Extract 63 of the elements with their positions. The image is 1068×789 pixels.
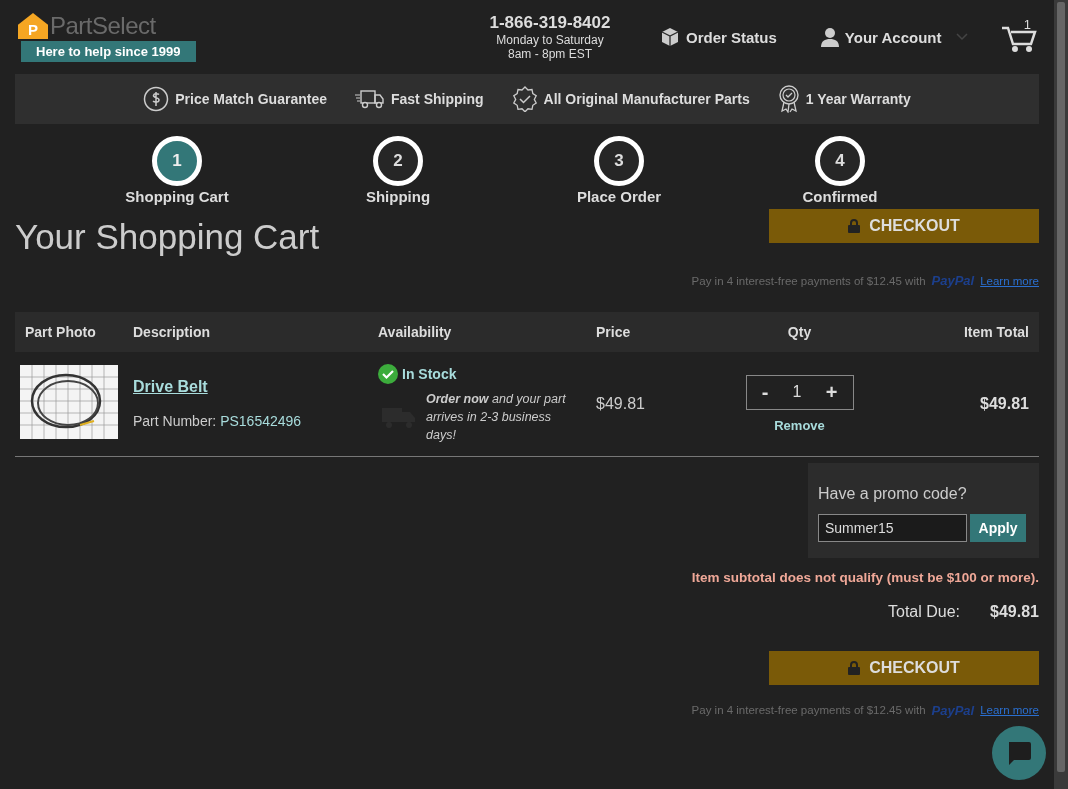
account-menu[interactable]: Your Account xyxy=(820,27,968,47)
award-icon xyxy=(777,85,800,113)
increase-button[interactable]: + xyxy=(819,380,844,404)
box-icon xyxy=(660,27,680,47)
hours-text: Monday to Saturday xyxy=(496,33,604,47)
price-cell: $49.81 xyxy=(586,352,697,456)
check-circle-icon xyxy=(378,363,398,384)
paypal-note: Pay in 4 interest-free payments of $12.45 with xyxy=(691,274,926,287)
step-label: Place Order xyxy=(576,188,662,205)
order-status-link[interactable]: Order Status xyxy=(660,27,777,47)
step-number: 4 xyxy=(815,136,865,186)
remove-link[interactable]: Remove xyxy=(774,417,825,433)
paypal-note: Pay in 4 interest-free payments of $12.45 with xyxy=(691,704,926,716)
total-label: Total Due: xyxy=(888,602,961,621)
checkout-button[interactable]: CHECKOUT xyxy=(769,209,1039,243)
promo-error-message: Item subtotal does not qualify (must be $100 or more). xyxy=(691,569,1039,585)
part-number-label: Part Number: xyxy=(133,412,218,429)
paypal-logo: PayPal xyxy=(931,273,975,288)
total-value: $49.81 xyxy=(990,602,1039,621)
cart-count: 1 xyxy=(1023,17,1031,32)
benefit-label: All Original Manufacturer Parts xyxy=(543,91,750,107)
step-number: 1 xyxy=(152,136,202,186)
shipping-note: Order now and your part arrives in 2-3 business days! xyxy=(426,390,567,444)
column-header: Part Photo xyxy=(15,312,123,352)
part-name-link[interactable]: Drive Belt xyxy=(133,377,208,396)
column-header: Qty xyxy=(696,312,903,352)
step-label: Confirmed xyxy=(802,188,878,205)
tagline: Here to help since 1999 xyxy=(21,41,196,62)
dollar-icon xyxy=(143,86,170,112)
page-title: Your Shopping Cart xyxy=(15,217,320,257)
column-header: Description xyxy=(123,312,368,352)
benefit-label: Price Match Guarantee xyxy=(175,91,327,107)
lock-icon xyxy=(848,219,861,233)
hours-text: 8am - 8pm EST xyxy=(508,47,592,61)
caret-icon xyxy=(955,33,968,41)
promo-heading: Have a promo code? xyxy=(818,484,968,503)
benefit-label: 1 Year Warranty xyxy=(805,91,911,107)
column-header: Availability xyxy=(368,312,586,352)
benefit-label: Fast Shipping xyxy=(390,91,484,107)
step-label: Shopping Cart xyxy=(125,188,229,205)
quantity-value: 1 xyxy=(792,383,802,402)
step-label: Shipping xyxy=(365,188,431,205)
person-icon xyxy=(820,27,839,47)
item-total-cell: $49.81 xyxy=(902,352,1039,456)
part-number: PS16542496 xyxy=(220,412,302,429)
lock-icon xyxy=(848,660,861,675)
step-number: 3 xyxy=(594,136,644,186)
promo-code-field[interactable]: Summer15 xyxy=(818,513,967,542)
paypal-logo: PayPal xyxy=(931,702,975,718)
step-number: 2 xyxy=(373,136,423,186)
chat-button[interactable] xyxy=(992,726,1046,780)
scrollbar[interactable] xyxy=(1054,0,1068,789)
truck-icon xyxy=(354,88,385,110)
apply-button[interactable]: Apply xyxy=(970,513,1026,542)
chat-icon xyxy=(1006,740,1032,766)
phone-number: 1-866-319-8402 xyxy=(489,13,611,33)
quantity-stepper[interactable]: - 1 + xyxy=(745,374,854,410)
column-header: Item Total xyxy=(902,312,1039,352)
decrease-button[interactable]: - xyxy=(755,380,775,404)
check-badge-icon xyxy=(511,86,538,112)
stock-status: In Stock xyxy=(402,365,457,382)
column-header: Price xyxy=(586,312,697,352)
checkout-button[interactable]: CHECKOUT xyxy=(769,650,1039,685)
